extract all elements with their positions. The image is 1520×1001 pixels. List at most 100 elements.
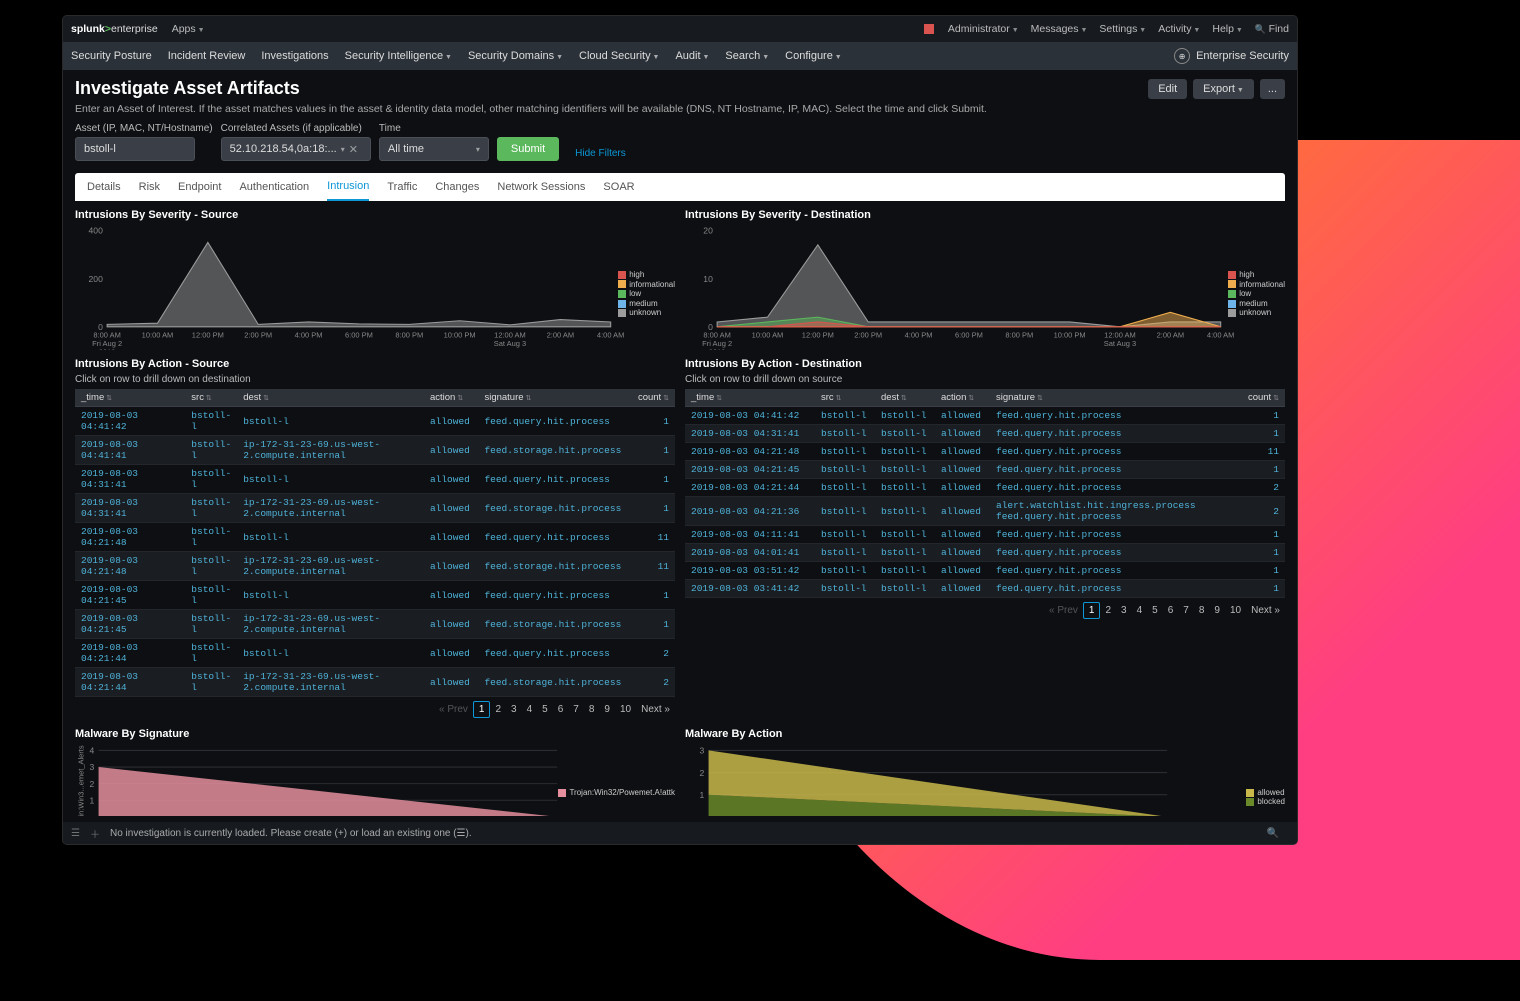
tab-authentication[interactable]: Authentication bbox=[239, 173, 309, 201]
page-10[interactable]: 10 bbox=[615, 702, 636, 717]
page-8[interactable]: 8 bbox=[584, 702, 600, 717]
page-3[interactable]: 3 bbox=[506, 702, 522, 717]
apps-menu[interactable]: Apps bbox=[172, 23, 205, 35]
time-select[interactable]: All time▾ bbox=[379, 137, 489, 161]
nav-item-configure[interactable]: Configure bbox=[785, 50, 842, 62]
search-icon[interactable]: 🔍 bbox=[1267, 828, 1279, 839]
list-icon[interactable]: ☰ bbox=[71, 828, 80, 839]
nav-item-search[interactable]: Search bbox=[725, 50, 769, 62]
col-action[interactable]: action bbox=[424, 389, 479, 407]
page-9[interactable]: 9 bbox=[1209, 603, 1225, 618]
page-2[interactable]: 2 bbox=[490, 702, 506, 717]
page-9[interactable]: 9 bbox=[599, 702, 615, 717]
activity-menu[interactable]: Activity bbox=[1158, 23, 1200, 35]
hide-filters-link[interactable]: Hide Filters bbox=[575, 148, 626, 161]
col-src[interactable]: src bbox=[185, 389, 237, 407]
page-4[interactable]: 4 bbox=[1132, 603, 1148, 618]
more-button[interactable]: ... bbox=[1260, 79, 1285, 99]
table-row[interactable]: 2019-08-03 04:01:41bstoll-lbstoll-lallow… bbox=[685, 544, 1285, 562]
col-signature[interactable]: signature bbox=[990, 389, 1235, 407]
table-row[interactable]: 2019-08-03 04:41:42bstoll-lbstoll-lallow… bbox=[685, 407, 1285, 425]
nav-item-audit[interactable]: Audit bbox=[675, 50, 709, 62]
submit-button[interactable]: Submit bbox=[497, 137, 559, 161]
page-8[interactable]: 8 bbox=[1194, 603, 1210, 618]
find-link[interactable]: Find bbox=[1255, 23, 1289, 35]
tab-soar[interactable]: SOAR bbox=[603, 173, 634, 201]
table-row[interactable]: 2019-08-03 04:31:41bstoll-lbstoll-lallow… bbox=[685, 425, 1285, 443]
table-row[interactable]: 2019-08-03 04:21:45bstoll-lbstoll-lallow… bbox=[75, 581, 675, 610]
clear-icon[interactable]: ✕ bbox=[345, 143, 362, 156]
tab-risk[interactable]: Risk bbox=[139, 173, 160, 201]
table-row[interactable]: 2019-08-03 04:21:44bstoll-lbstoll-lallow… bbox=[685, 479, 1285, 497]
table-row[interactable]: 2019-08-03 04:41:41bstoll-lip-172-31-23-… bbox=[75, 436, 675, 465]
col-src[interactable]: src bbox=[815, 389, 875, 407]
page-1[interactable]: 1 bbox=[1083, 602, 1101, 619]
col-_time[interactable]: _time bbox=[75, 389, 185, 407]
page-4[interactable]: 4 bbox=[522, 702, 538, 717]
table-row[interactable]: 2019-08-03 04:21:48bstoll-lbstoll-lallow… bbox=[75, 523, 675, 552]
svg-text:6:00 PM: 6:00 PM bbox=[345, 330, 373, 339]
tab-traffic[interactable]: Traffic bbox=[387, 173, 417, 201]
page-1[interactable]: 1 bbox=[473, 701, 491, 718]
nav-item-security-intelligence[interactable]: Security Intelligence bbox=[345, 50, 452, 62]
page-6[interactable]: 6 bbox=[1163, 603, 1179, 618]
asset-input[interactable] bbox=[75, 137, 195, 161]
tab-network-sessions[interactable]: Network Sessions bbox=[497, 173, 585, 201]
page-3[interactable]: 3 bbox=[1116, 603, 1132, 618]
page-prev[interactable]: « Prev bbox=[434, 702, 473, 717]
nav-item-investigations[interactable]: Investigations bbox=[261, 50, 328, 62]
page-5[interactable]: 5 bbox=[1147, 603, 1163, 618]
app-window: splunk>enterprise Apps Administrator Mes… bbox=[62, 15, 1298, 845]
correlated-select[interactable]: 52.10.218.54,0a:18:...▾✕ bbox=[221, 137, 371, 161]
page-next[interactable]: Next » bbox=[1246, 603, 1285, 618]
svg-text:2:00 AM: 2:00 AM bbox=[547, 330, 574, 339]
table-row[interactable]: 2019-08-03 04:41:42bstoll-lbstoll-lallow… bbox=[75, 407, 675, 436]
col-count[interactable]: count bbox=[627, 389, 675, 407]
tab-changes[interactable]: Changes bbox=[435, 173, 479, 201]
svg-text:2019: 2019 bbox=[99, 348, 116, 350]
svg-text:10:00 AM: 10:00 AM bbox=[752, 330, 784, 339]
col-_time[interactable]: _time bbox=[685, 389, 815, 407]
page-next[interactable]: Next » bbox=[636, 702, 675, 717]
nav-item-incident-review[interactable]: Incident Review bbox=[168, 50, 246, 62]
col-count[interactable]: count bbox=[1235, 389, 1285, 407]
table-row[interactable]: 2019-08-03 04:21:48bstoll-lbstoll-lallow… bbox=[685, 443, 1285, 461]
table-row[interactable]: 2019-08-03 04:21:44bstoll-lip-172-31-23-… bbox=[75, 668, 675, 697]
notification-badge[interactable] bbox=[924, 24, 934, 34]
page-6[interactable]: 6 bbox=[553, 702, 569, 717]
col-signature[interactable]: signature bbox=[478, 389, 627, 407]
col-action[interactable]: action bbox=[935, 389, 990, 407]
table-row[interactable]: 2019-08-03 04:11:41bstoll-lbstoll-lallow… bbox=[685, 526, 1285, 544]
plus-icon[interactable]: ＋ bbox=[90, 826, 100, 841]
help-menu[interactable]: Help bbox=[1212, 23, 1242, 35]
messages-menu[interactable]: Messages bbox=[1031, 23, 1088, 35]
table-row[interactable]: 2019-08-03 04:21:48bstoll-lip-172-31-23-… bbox=[75, 552, 675, 581]
table-row[interactable]: 2019-08-03 04:21:45bstoll-lbstoll-lallow… bbox=[685, 461, 1285, 479]
tab-endpoint[interactable]: Endpoint bbox=[178, 173, 221, 201]
table-row[interactable]: 2019-08-03 04:21:45bstoll-lip-172-31-23-… bbox=[75, 610, 675, 639]
edit-button[interactable]: Edit bbox=[1148, 79, 1187, 99]
asset-label: Asset (IP, MAC, NT/Hostname) bbox=[75, 123, 213, 134]
nav-item-security-posture[interactable]: Security Posture bbox=[71, 50, 152, 62]
tab-intrusion[interactable]: Intrusion bbox=[327, 173, 369, 201]
settings-menu[interactable]: Settings bbox=[1099, 23, 1146, 35]
administrator-menu[interactable]: Administrator bbox=[948, 23, 1019, 35]
tab-details[interactable]: Details bbox=[87, 173, 121, 201]
page-7[interactable]: 7 bbox=[568, 702, 584, 717]
page-prev[interactable]: « Prev bbox=[1044, 603, 1083, 618]
page-2[interactable]: 2 bbox=[1100, 603, 1116, 618]
table-row[interactable]: 2019-08-03 03:41:42bstoll-lbstoll-lallow… bbox=[685, 580, 1285, 598]
col-dest[interactable]: dest bbox=[875, 389, 935, 407]
table-row[interactable]: 2019-08-03 04:21:36bstoll-lbstoll-lallow… bbox=[685, 497, 1285, 526]
table-row[interactable]: 2019-08-03 03:51:42bstoll-lbstoll-lallow… bbox=[685, 562, 1285, 580]
nav-item-security-domains[interactable]: Security Domains bbox=[468, 50, 563, 62]
table-row[interactable]: 2019-08-03 04:31:41bstoll-lbstoll-lallow… bbox=[75, 465, 675, 494]
page-10[interactable]: 10 bbox=[1225, 603, 1246, 618]
col-dest[interactable]: dest bbox=[237, 389, 424, 407]
table-row[interactable]: 2019-08-03 04:21:44bstoll-lbstoll-lallow… bbox=[75, 639, 675, 668]
nav-item-cloud-security[interactable]: Cloud Security bbox=[579, 50, 659, 62]
export-button[interactable]: Export bbox=[1193, 79, 1254, 99]
page-7[interactable]: 7 bbox=[1178, 603, 1194, 618]
page-5[interactable]: 5 bbox=[537, 702, 553, 717]
table-row[interactable]: 2019-08-03 04:31:41bstoll-lip-172-31-23-… bbox=[75, 494, 675, 523]
